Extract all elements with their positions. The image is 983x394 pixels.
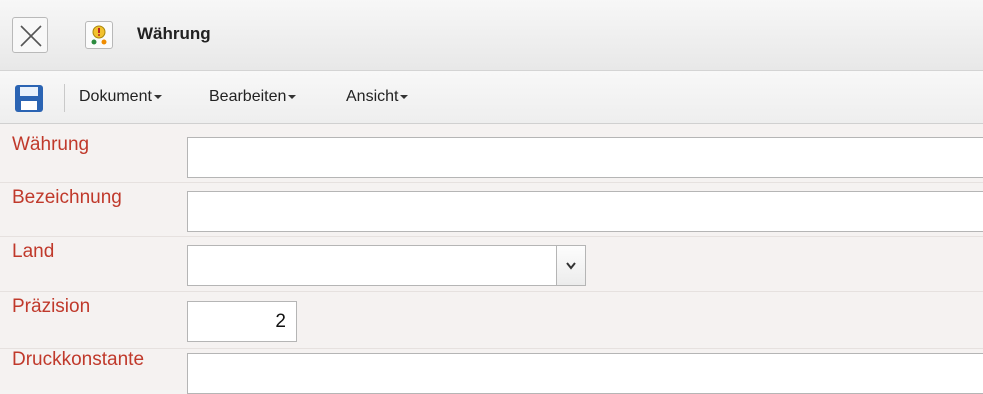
- country-select[interactable]: [187, 245, 586, 286]
- field-row: Präzision 2: [0, 292, 983, 349]
- field-row: Bezeichnung: [0, 183, 983, 237]
- toolbar-separator: [64, 84, 65, 112]
- dropdown-button[interactable]: [556, 246, 585, 285]
- close-button[interactable]: [12, 17, 48, 53]
- caret-down-icon: [153, 94, 162, 99]
- app-icon: [85, 21, 113, 49]
- field-row: Währung: [0, 124, 983, 183]
- menu-dokument[interactable]: Dokument: [79, 88, 162, 106]
- caret-down-icon: [288, 94, 297, 99]
- save-icon[interactable]: [14, 84, 46, 114]
- precision-input[interactable]: 2: [187, 301, 297, 342]
- menu-ansicht[interactable]: Ansicht: [346, 88, 409, 106]
- field-row: Land: [0, 237, 983, 292]
- field-label: Präzision: [12, 296, 91, 317]
- caret-down-icon: [400, 94, 409, 99]
- print-constant-input[interactable]: [187, 353, 983, 394]
- window-title: Währung: [137, 24, 211, 43]
- field-label: Land: [12, 241, 55, 262]
- field-label: Druckkonstante: [12, 349, 145, 370]
- description-input[interactable]: [187, 191, 983, 232]
- menu-bearbeiten[interactable]: Bearbeiten: [209, 88, 297, 106]
- form: Währung Bezeichnung Land Präzision 2 Dru…: [0, 124, 983, 394]
- chevron-down-icon: [566, 262, 576, 270]
- field-row: Druckkonstante: [0, 349, 983, 394]
- field-label: Währung: [12, 134, 90, 155]
- close-icon: [20, 25, 42, 47]
- currency-input[interactable]: [187, 137, 983, 178]
- field-label: Bezeichnung: [12, 187, 122, 208]
- title-bar: Währung: [0, 0, 983, 70]
